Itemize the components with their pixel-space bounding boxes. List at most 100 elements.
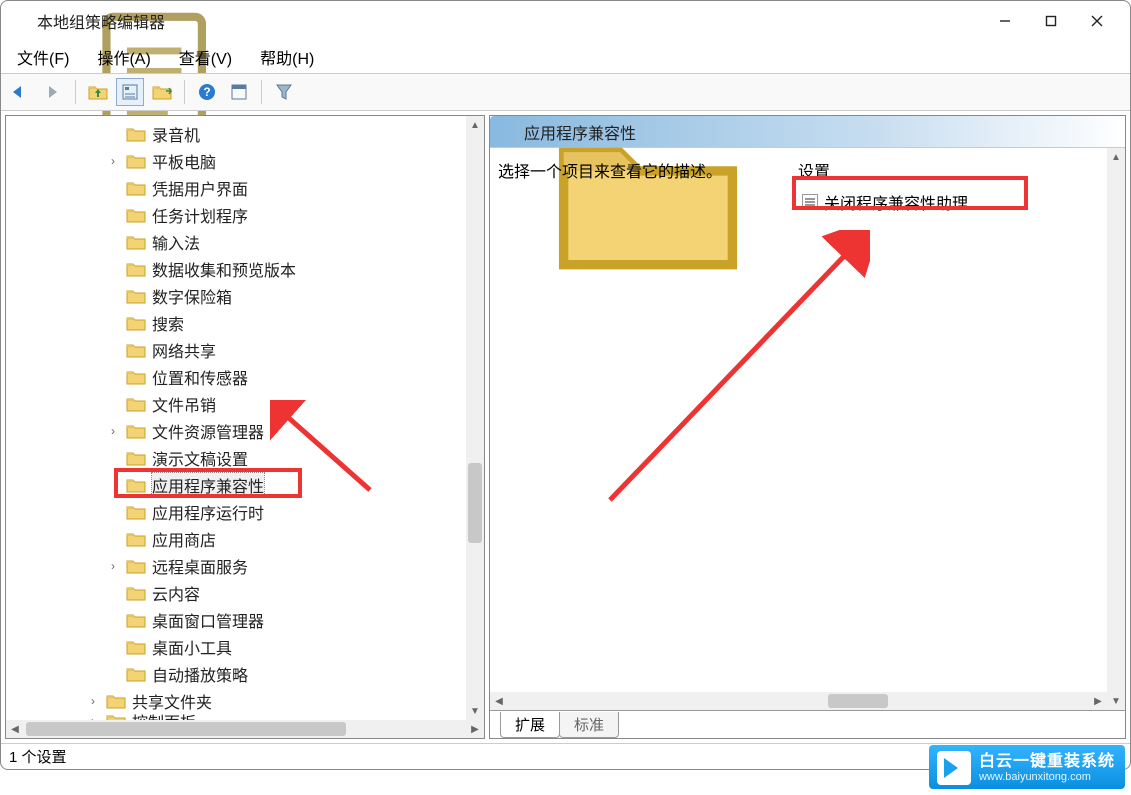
tree-scroll: 录音机 › 平板电脑凭据用户界面任务计划程序输入法数据收集和预览版本数字保险箱搜索网… (6, 116, 484, 720)
tree-item[interactable]: ›共享文件夹 (6, 687, 484, 714)
tree-item[interactable]: 应用程序运行时 (6, 498, 484, 525)
tree-item[interactable]: 输入法 (6, 228, 484, 255)
folder-icon (126, 153, 146, 169)
tree-item-label: 应用商店 (152, 527, 216, 551)
folder-icon (126, 342, 146, 358)
forward-button[interactable] (39, 78, 67, 106)
tree-item[interactable]: 搜索 (6, 309, 484, 336)
folder-icon (106, 693, 126, 709)
expander-icon[interactable]: › (106, 424, 120, 438)
tab-extended[interactable]: 扩展 (500, 712, 560, 738)
tree-item[interactable]: 自动播放策略 (6, 660, 484, 687)
tree-item[interactable]: 数字保险箱 (6, 282, 484, 309)
scroll-left-arrow[interactable]: ◀ (490, 692, 508, 710)
filter-button[interactable] (270, 78, 298, 106)
folder-icon (126, 207, 146, 223)
tree-item-label: 演示文稿设置 (152, 446, 248, 470)
tree-item-label: 搜索 (152, 311, 184, 335)
tree-item[interactable]: 凭据用户界面 (6, 174, 484, 201)
tree-item[interactable]: › 远程桌面服务 (6, 552, 484, 579)
hscroll-track[interactable] (508, 692, 1089, 710)
folder-icon (126, 612, 146, 628)
setting-label: 关闭程序兼容性助理 (824, 190, 968, 214)
expander-icon[interactable]: › (86, 694, 100, 708)
tree-item[interactable]: 录音机 (6, 120, 484, 147)
menu-help[interactable]: 帮助(H) (250, 42, 324, 72)
properties-button[interactable] (225, 78, 253, 106)
folder-icon (498, 124, 518, 140)
vertical-scrollbar[interactable]: ▲ ▼ (1107, 148, 1125, 710)
tree-item[interactable]: › 平板电脑 (6, 147, 484, 174)
policy-tree[interactable]: 录音机 › 平板电脑凭据用户界面任务计划程序输入法数据收集和预览版本数字保险箱搜索网… (6, 116, 484, 720)
folder-icon (126, 531, 146, 547)
expander-icon[interactable]: › (106, 559, 120, 573)
scroll-track[interactable] (1107, 166, 1125, 692)
setting-item[interactable]: 关闭程序兼容性助理 (798, 188, 1125, 216)
menu-view[interactable]: 查看(V) (169, 42, 242, 72)
folder-icon (126, 666, 146, 682)
scroll-up-arrow[interactable]: ▲ (1107, 148, 1125, 166)
toolbar: ? (1, 73, 1130, 111)
content-title: 应用程序兼容性 (524, 120, 636, 144)
watermark-icon (937, 751, 971, 785)
tree-item[interactable]: 演示文稿设置 (6, 444, 484, 471)
tree-item[interactable]: 网络共享 (6, 336, 484, 363)
export-button[interactable] (148, 78, 176, 106)
scroll-right-arrow[interactable]: ▶ (466, 720, 484, 738)
scroll-thumb[interactable] (468, 463, 482, 543)
tree-item-label: 输入法 (152, 230, 200, 254)
help-button[interactable]: ? (193, 78, 221, 106)
tree-item-label: 任务计划程序 (152, 203, 248, 227)
tree-item-label: 文件吊销 (152, 392, 216, 416)
folder-icon (126, 288, 146, 304)
hscroll-thumb[interactable] (26, 722, 346, 736)
hscroll-track[interactable] (24, 720, 466, 738)
horizontal-scrollbar[interactable]: ◀ ▶ (490, 692, 1107, 710)
scroll-down-arrow[interactable]: ▼ (1107, 692, 1125, 710)
vertical-scrollbar[interactable]: ▲ ▼ (466, 116, 484, 720)
close-button[interactable] (1074, 5, 1120, 37)
tree-item-label: 平板电脑 (152, 149, 216, 173)
tree-item[interactable]: 数据收集和预览版本 (6, 255, 484, 282)
scroll-down-arrow[interactable]: ▼ (466, 702, 484, 720)
tree-item-label: 自动播放策略 (152, 662, 248, 686)
tree-item-label: 录音机 (152, 122, 200, 146)
hscroll-thumb[interactable] (828, 694, 888, 708)
scroll-track[interactable] (466, 134, 484, 702)
tree-item[interactable]: 任务计划程序 (6, 201, 484, 228)
tree-item[interactable]: › 文件资源管理器 (6, 417, 484, 444)
menu-action[interactable]: 操作(A) (87, 42, 160, 72)
tree-item[interactable]: 桌面小工具 (6, 633, 484, 660)
folder-icon (126, 396, 146, 412)
window-title: 本地组策略编辑器 (37, 9, 982, 33)
folder-icon (126, 558, 146, 574)
window-controls (982, 5, 1120, 37)
toolbar-separator (184, 80, 185, 104)
tree-item-label: 远程桌面服务 (152, 554, 248, 578)
tree-item[interactable]: 应用商店 (6, 525, 484, 552)
tree-item-label: 数字保险箱 (152, 284, 232, 308)
tree-item[interactable]: 云内容 (6, 579, 484, 606)
tree-item[interactable]: 桌面窗口管理器 (6, 606, 484, 633)
settings-column: 设置 关闭程序兼容性助理 (798, 158, 1125, 710)
scroll-left-arrow[interactable]: ◀ (6, 720, 24, 738)
minimize-button[interactable] (982, 5, 1028, 37)
tree-item[interactable]: 文件吊销 (6, 390, 484, 417)
description-column: 选择一个项目来查看它的描述。 (498, 158, 798, 710)
scroll-up-arrow[interactable]: ▲ (466, 116, 484, 134)
description-prompt: 选择一个项目来查看它的描述。 (498, 158, 798, 182)
scroll-right-arrow[interactable]: ▶ (1089, 692, 1107, 710)
expander-icon[interactable]: › (106, 154, 120, 168)
menu-file[interactable]: 文件(F) (7, 42, 79, 72)
tree-item[interactable]: 位置和传感器 (6, 363, 484, 390)
horizontal-scrollbar[interactable]: ◀ ▶ (6, 720, 484, 738)
up-folder-button[interactable] (84, 78, 112, 106)
tree-item[interactable]: 应用程序兼容性 (6, 471, 484, 498)
tree-view-toggle[interactable] (116, 78, 144, 106)
folder-icon (126, 234, 146, 250)
tab-standard[interactable]: 标准 (559, 712, 619, 738)
maximize-button[interactable] (1028, 5, 1074, 37)
back-button[interactable] (7, 78, 35, 106)
tree-item-label: 桌面小工具 (152, 635, 232, 659)
tree-item-label: 文件资源管理器 (152, 419, 264, 443)
